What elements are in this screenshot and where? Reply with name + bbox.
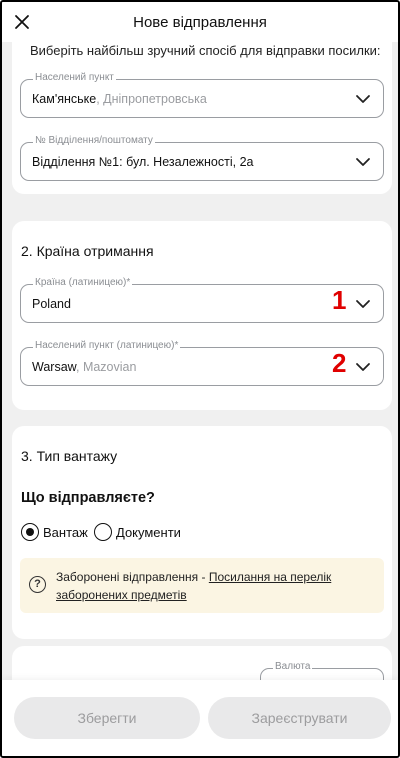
destination-country-value: Poland <box>32 297 71 311</box>
currency-select[interactable]: Валюта <box>260 661 384 680</box>
sender-card: Виберіть найбільш зручний спосіб для від… <box>12 42 392 194</box>
chevron-down-icon[interactable] <box>355 360 371 374</box>
annotation-marker-2: 2 <box>332 348 347 378</box>
cargo-section-title: 3. Тип вантажу <box>21 448 118 464</box>
save-button[interactable]: Зберегти <box>14 697 200 739</box>
sender-branch-select[interactable]: № Відділення/поштомату Відділення №1: бу… <box>20 135 384 181</box>
page-title: Нове відправлення <box>133 13 267 31</box>
form-content[interactable]: Виберіть найбільш зручний спосіб для від… <box>2 42 398 680</box>
radio-cargo-label: Вантаж <box>43 524 88 540</box>
destination-country-select[interactable]: Країна (латиницею)* Poland <box>20 277 384 323</box>
next-card: Валюта <box>12 646 392 680</box>
destination-country-label: Країна (латиницею)* <box>33 277 133 288</box>
currency-label: Валюта <box>273 661 313 672</box>
prohibited-notice: ? Заборонені відправлення - Посилання на… <box>20 558 384 613</box>
cargo-card: 3. Тип вантажу Що відправляєте? Вантаж Д… <box>12 426 392 639</box>
cargo-question: Що відправляєте? <box>21 490 155 506</box>
chevron-down-icon[interactable] <box>355 92 371 106</box>
radio-cargo[interactable]: Вантаж <box>21 523 88 541</box>
sender-city-label: Населений пункт <box>33 72 116 83</box>
chevron-down-icon[interactable] <box>355 155 371 169</box>
radio-unselected-icon[interactable] <box>94 523 112 541</box>
delivery-method-hint: Виберіть найбільш зручний спосіб для від… <box>30 43 381 58</box>
annotation-marker-1: 1 <box>332 285 347 315</box>
header: Нове відправлення <box>2 2 398 42</box>
destination-city-value: Warsaw, Mazovian <box>32 360 137 374</box>
close-icon[interactable] <box>10 10 34 34</box>
radio-documents-label: Документи <box>116 524 181 540</box>
destination-city-label: Населений пункт (латиницею)* <box>33 340 181 351</box>
destination-city-select[interactable]: Населений пункт (латиницею)* Warsaw, Maz… <box>20 340 384 386</box>
bottom-action-bar: Зберегти Зареєструвати <box>2 680 398 756</box>
destination-section-title: 2. Країна отримання <box>21 243 154 259</box>
sender-city-value: Кам'янське, Дніпропетровська <box>32 92 207 106</box>
sender-branch-label: № Відділення/поштомату <box>33 135 155 146</box>
app-frame: Нове відправлення Виберіть найбільш зруч… <box>0 0 400 758</box>
destination-card: 2. Країна отримання Країна (латиницею)* … <box>12 221 392 410</box>
chevron-down-icon[interactable] <box>355 297 371 311</box>
sender-city-select[interactable]: Населений пункт Кам'янське, Дніпропетров… <box>20 72 384 118</box>
register-button[interactable]: Зареєструвати <box>208 697 391 739</box>
prohibited-notice-text: Заборонені відправлення - Посилання на п… <box>56 570 332 602</box>
radio-selected-icon[interactable] <box>21 523 39 541</box>
question-icon: ? <box>29 576 46 593</box>
radio-documents[interactable]: Документи <box>94 523 181 541</box>
sender-branch-value: Відділення №1: бул. Незалежності, 2а <box>32 155 254 169</box>
